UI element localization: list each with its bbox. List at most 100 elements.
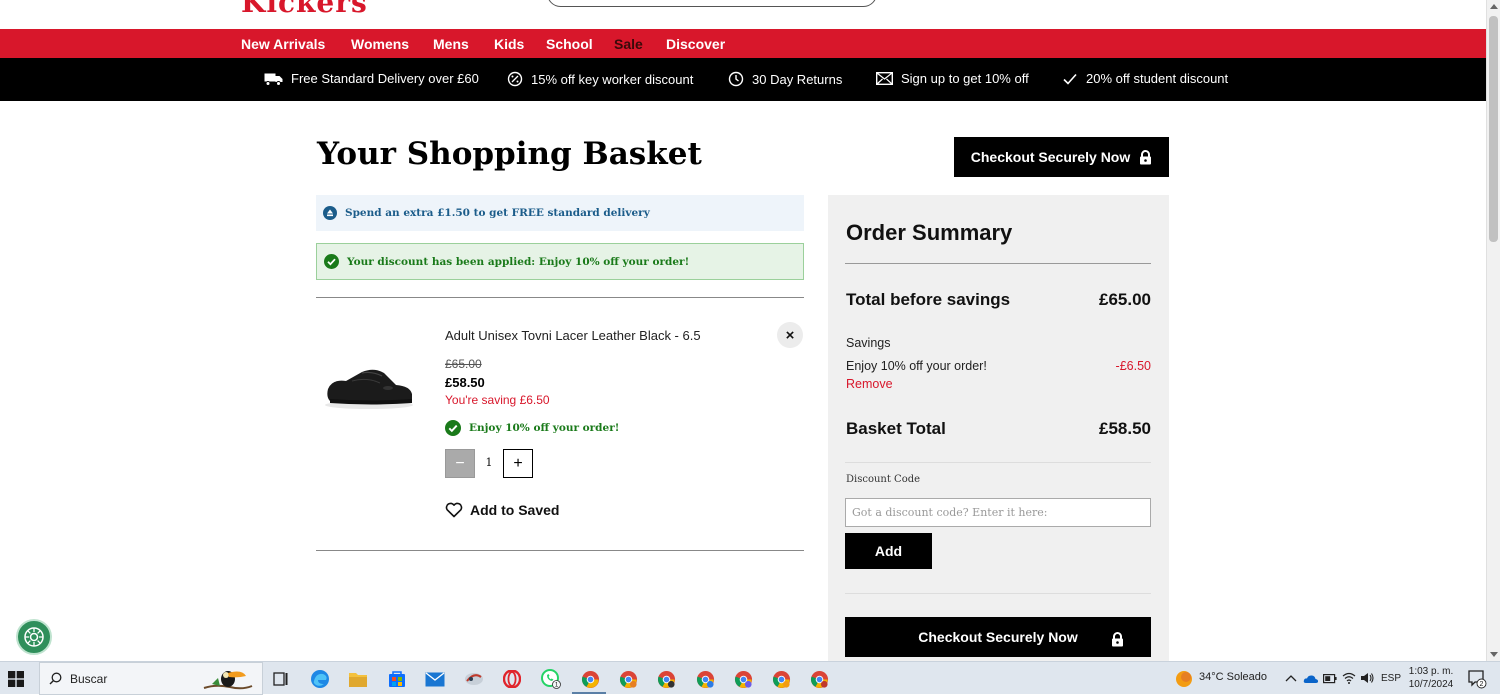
checkout-label: Checkout Securely Now [918,629,1078,645]
file-explorer-icon[interactable] [347,668,369,690]
windows-start-icon[interactable] [8,671,24,687]
checkout-button[interactable]: Checkout Securely Now [845,617,1151,657]
usp-delivery[interactable]: Free Standard Delivery over £60 [264,71,479,86]
chrome-icon[interactable] [694,668,716,690]
chrome-icon[interactable] [655,668,677,690]
whatsapp-icon[interactable]: 1 [540,668,562,690]
notification-icon[interactable]: 2 [1467,669,1487,689]
usp-key-worker[interactable]: 15% off key worker discount [507,71,693,87]
divider [316,550,804,551]
check-circle-icon [324,254,339,269]
order-summary: Order Summary Total before savings £65.0… [828,195,1169,661]
nav-kids[interactable]: Kids [494,36,524,52]
weather-text[interactable]: 34°C Soleado [1199,671,1267,683]
taskbar-search[interactable]: Buscar [39,662,263,695]
kickers-logo[interactable]: Kickers [241,0,368,19]
delivery-notice: Spend an extra £1.50 to get FREE standar… [316,195,804,231]
check-circle-icon [445,420,461,436]
item-promo-text: Enjoy 10% off your order! [469,422,620,434]
cookie-settings-button[interactable] [16,619,52,655]
chevron-up-icon[interactable] [1285,674,1297,682]
lock-icon [1140,149,1152,164]
total-before-label: Total before savings [846,290,1011,309]
nav-school[interactable]: School [546,36,593,52]
quantity-decrease-button[interactable]: − [445,449,475,478]
usp-bar: Free Standard Delivery over £60 15% off … [0,58,1486,101]
remove-discount-link[interactable]: Remove [846,377,893,391]
nav-sale[interactable]: Sale [614,36,643,52]
wifi-icon[interactable] [1342,672,1356,684]
product-image[interactable] [322,355,416,411]
chrome-icon[interactable] [732,668,754,690]
clock-icon [728,71,744,87]
add-to-saved-button[interactable]: Add to Saved [445,502,559,518]
scroll-down-arrow[interactable] [1490,652,1498,657]
site-search-box[interactable] [547,0,877,7]
badge-percent-icon [507,71,523,87]
usp-signup-label: Sign up to get 10% off [901,71,1029,86]
info-icon [323,206,337,220]
weather-sun-icon[interactable] [1175,670,1193,688]
chrome-icon[interactable] [770,668,792,690]
remove-item-button[interactable]: × [777,322,803,348]
taskbar-clock[interactable]: 1:03 p. m. 10/7/2024 [1403,665,1459,691]
nav-discover[interactable]: Discover [666,36,725,52]
usp-signup[interactable]: Sign up to get 10% off [876,71,1029,86]
basket-total-label: Basket Total [846,419,946,438]
chrome-icon[interactable] [617,668,639,690]
app-icon[interactable] [463,668,485,690]
usp-returns[interactable]: 30 Day Returns [728,71,842,87]
opera-browser-icon[interactable] [501,668,523,690]
divider [316,297,804,298]
savings-label: Savings [846,336,891,350]
checkout-top-button[interactable]: Checkout Securely Now [954,137,1169,177]
page-scrollbar[interactable] [1486,0,1500,661]
chrome-icon[interactable] [808,668,830,690]
scrollbar-thumb[interactable] [1489,16,1498,242]
quantity-value: 1 [485,456,493,469]
cookie-gear-icon [24,627,44,647]
battery-icon[interactable] [1323,673,1337,684]
check-icon [1063,73,1077,85]
quantity-increase-button[interactable]: + [503,449,533,478]
order-summary-title: Order Summary [846,220,1013,245]
nav-mens[interactable]: Mens [433,36,469,52]
language-indicator[interactable]: ESP [1381,673,1401,684]
clock-date: 10/7/2024 [1408,679,1454,690]
divider [845,263,1151,264]
taskbar-search-label: Buscar [70,671,108,686]
product-name[interactable]: Adult Unisex Tovni Lacer Leather Black -… [445,328,701,343]
total-before-value: £65.00 [1099,290,1151,309]
checkout-top-label: Checkout Securely Now [970,149,1131,165]
usp-student[interactable]: 20% off student discount [1062,71,1228,86]
chrome-icon[interactable] [579,668,601,690]
add-discount-button[interactable]: Add [845,533,932,569]
nav-new-arrivals[interactable]: New Arrivals [241,36,325,52]
divider [845,462,1151,463]
total-before-savings-row: Total before savings £65.00 [846,290,1151,310]
discount-code-input[interactable] [845,498,1151,527]
original-price: £65.00 [445,357,482,371]
discount-code-label: Discount Code [846,474,921,485]
heart-icon [445,502,463,518]
edge-browser-icon[interactable] [309,668,331,690]
microsoft-store-icon[interactable] [386,668,408,690]
envelope-icon [876,72,893,85]
usp-key-worker-label: 15% off key worker discount [531,71,694,87]
truck-icon [264,73,283,86]
discount-value: -£6.50 [1115,359,1151,373]
delivery-notice-text: Spend an extra £1.50 to get FREE standar… [345,207,650,219]
main-nav: New Arrivals Womens Mens Kids School Sal… [0,29,1486,58]
task-view-icon[interactable] [270,668,292,690]
clock-time: 1:03 p. m. [1408,666,1454,677]
notification-count: 2 [1480,681,1484,688]
current-price: £58.50 [445,375,485,390]
nav-womens[interactable]: Womens [351,36,409,52]
mail-icon[interactable] [424,668,446,690]
onedrive-icon[interactable] [1303,672,1319,684]
discount-applied-notice: Your discount has been applied: Enjoy 10… [316,243,804,280]
basket-total-value: £58.50 [1099,419,1151,438]
volume-icon[interactable] [1360,672,1374,684]
usp-returns-label: 30 Day Returns [752,71,843,87]
scroll-up-arrow[interactable] [1490,4,1498,9]
